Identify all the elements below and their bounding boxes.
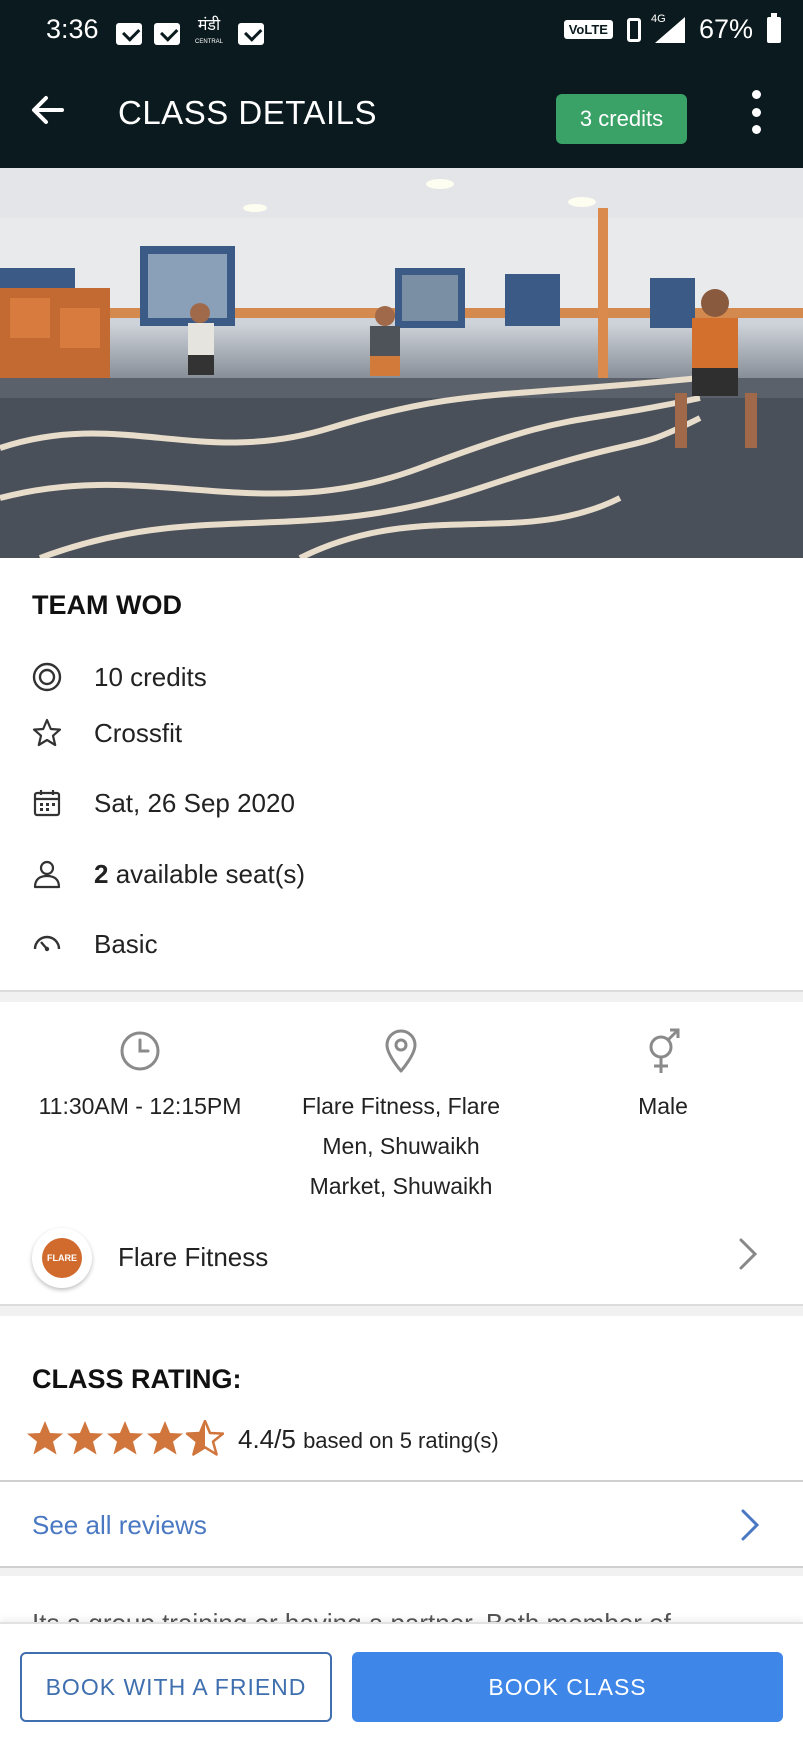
bottom-action-bar: BOOK WITH A FRIEND BOOK CLASS [0, 1622, 803, 1740]
gym-row[interactable]: FLARE Flare Fitness [0, 1222, 803, 1294]
status-time: 3:36 [46, 14, 99, 44]
section-divider [0, 1568, 803, 1576]
location-line: Flare Fitness, Flare [301, 1093, 501, 1119]
more-options-icon[interactable] [744, 90, 768, 134]
chevron-right-icon [736, 1234, 760, 1284]
section-divider [0, 1304, 803, 1316]
class-seats-row: 2 available seat(s) [32, 854, 305, 894]
mail-icon [116, 23, 142, 45]
section-divider [0, 990, 803, 1002]
gym-logo-text: FLARE [42, 1238, 82, 1278]
rating-title: CLASS RATING: [32, 1364, 242, 1394]
mail-icon [154, 23, 180, 45]
notification-icons: मंडी CENTRAL [116, 18, 264, 50]
person-icon [32, 859, 62, 889]
class-description: Its a group training or having a partner… [32, 1604, 792, 1622]
status-bar: 3:36 मंडी CENTRAL VoLTE 4G 67% [0, 0, 803, 62]
divider [0, 1480, 803, 1482]
class-title: TEAM WOD [32, 590, 182, 620]
see-all-reviews-link[interactable]: See all reviews [32, 1510, 207, 1541]
gender-icon [543, 1028, 783, 1074]
clock-icon [20, 1028, 260, 1074]
book-with-friend-button[interactable]: BOOK WITH A FRIEND [20, 1652, 332, 1722]
class-location-column[interactable]: Flare Fitness, Flare Men, Shuwaikh Marke… [280, 1028, 522, 1206]
network-type: 4G [650, 12, 666, 25]
app-notification-label: मंडी [197, 17, 221, 34]
seats-label: available seat(s) [108, 858, 306, 889]
class-gender-column: Male [543, 1028, 783, 1126]
star-half-icon [186, 1420, 224, 1456]
class-time: 11:30AM - 12:15PM [38, 1093, 242, 1119]
battery-icon [767, 12, 781, 43]
app-notification-sublabel: CENTRAL [194, 39, 223, 45]
class-location: Flare Fitness, Flare Men, Shuwaikh Marke… [280, 1086, 522, 1206]
star-outline-icon [32, 718, 62, 748]
signal-icon: 4G [651, 13, 685, 43]
back-arrow-icon[interactable] [28, 90, 68, 130]
vibrate-icon [626, 17, 641, 42]
app-notification-icon: मंडी CENTRAL [192, 18, 226, 50]
volte-badge: VoLTE [563, 20, 613, 39]
class-credits: 10 credits [94, 661, 207, 692]
class-level-row: Basic [32, 924, 158, 964]
rating-basis: based on 5 rating(s) [303, 1428, 499, 1453]
rating-summary: 4.4/5 based on 5 rating(s) [238, 1424, 499, 1455]
class-photo [0, 168, 803, 558]
location-line: Men, Shuwaikh [322, 1133, 480, 1159]
system-icons: VoLTE 4G 67% [563, 12, 781, 45]
gym-logo: FLARE [32, 1228, 92, 1288]
star-filled-icon [27, 1421, 63, 1455]
location-line: Market, Shuwaikh [309, 1173, 493, 1199]
class-credits-row: 10 credits [32, 657, 207, 697]
mail-icon [238, 23, 264, 45]
calendar-icon [32, 788, 62, 818]
class-seats: 2 available seat(s) [94, 859, 305, 890]
class-date: Sat, 26 Sep 2020 [94, 787, 295, 818]
star-filled-icon [147, 1421, 183, 1455]
class-level: Basic [94, 928, 158, 959]
seats-count: 2 [94, 858, 109, 889]
user-credits-badge[interactable]: 3 credits [556, 94, 687, 144]
rating-stars [26, 1420, 224, 1456]
class-date-row: Sat, 26 Sep 2020 [32, 783, 295, 823]
class-time-column: 11:30AM - 12:15PM [20, 1028, 260, 1126]
class-gender: Male [638, 1093, 688, 1119]
star-filled-icon [107, 1421, 143, 1455]
book-class-button[interactable]: BOOK CLASS [352, 1652, 783, 1722]
speedometer-icon [32, 929, 62, 959]
rating-score: 4.4/5 [238, 1424, 296, 1454]
class-category: Crossfit [94, 717, 183, 748]
page-title: CLASS DETAILS [118, 94, 377, 131]
app-bar: CLASS DETAILS 3 credits [0, 62, 803, 168]
battery-percent: 67% [698, 14, 753, 44]
credits-icon [32, 662, 62, 692]
class-category-row: Crossfit [32, 713, 182, 753]
gym-name: Flare Fitness [118, 1242, 269, 1272]
star-filled-icon [67, 1421, 103, 1455]
location-pin-icon [280, 1028, 522, 1074]
chevron-right-icon[interactable] [738, 1505, 762, 1555]
